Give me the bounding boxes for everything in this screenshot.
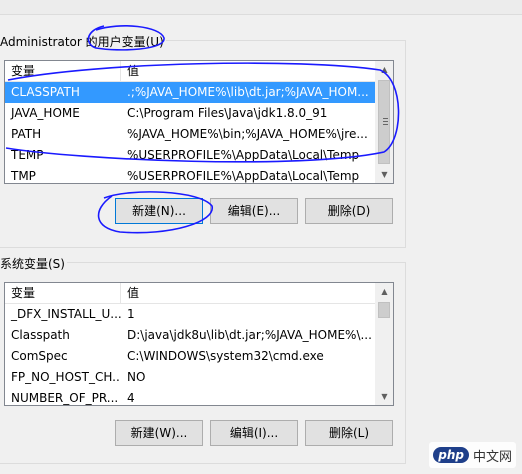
table-row[interactable]: TMP %USERPROFILE%\AppData\Local\Temp [5, 166, 376, 183]
variable-name-cell: NUMBER_OF_PR... [11, 391, 119, 405]
variable-name-cell: TEMP [11, 148, 44, 162]
user-delete-button[interactable]: 删除(D) [305, 198, 393, 224]
system-list-scrollbar[interactable]: ▲ ▼ [375, 283, 393, 405]
system-new-button[interactable]: 新建(W)... [115, 420, 203, 446]
system-variables-title: 系统变量(S) [0, 255, 67, 272]
variable-name-cell: PATH [11, 127, 42, 141]
table-row[interactable]: _DFX_INSTALL_U... 1 [5, 304, 376, 325]
table-row[interactable]: Classpath D:\java\jdk8u\lib\dt.jar;%JAVA_… [5, 325, 376, 346]
table-row[interactable]: PATH %JAVA_HOME%\bin;%JAVA_HOME%\jre... [5, 124, 376, 145]
variable-value-cell: D:\java\jdk8u\lib\dt.jar;%JAVA_HOME%\... [127, 328, 372, 342]
column-header-value[interactable]: 值 [121, 283, 376, 303]
scrollbar-thumb[interactable] [378, 302, 390, 318]
variable-value-cell: %USERPROFILE%\AppData\Local\Temp [127, 169, 360, 183]
user-variables-rows: CLASSPATH .;%JAVA_HOME%\lib\dt.jar;%JAVA_… [5, 82, 376, 183]
system-variables-rows: _DFX_INSTALL_U... 1 Classpath D:\java\jdk8u… [5, 304, 376, 405]
variable-name-cell: JAVA_HOME [11, 106, 80, 120]
system-edit-button[interactable]: 编辑(I)... [210, 420, 298, 446]
scrollbar-thumb[interactable] [378, 80, 390, 164]
variable-name-cell: ComSpec [11, 349, 68, 363]
variable-value-cell: .;%JAVA_HOME%\lib\dt.jar;%JAVA_HOM... [127, 85, 369, 99]
system-delete-button[interactable]: 删除(L) [305, 420, 393, 446]
scroll-down-arrow-icon[interactable]: ▼ [376, 166, 393, 183]
variable-value-cell: 1 [127, 307, 135, 321]
variable-value-cell: C:\WINDOWS\system32\cmd.exe [127, 349, 324, 363]
list-header: 变量 值 [5, 61, 376, 82]
column-header-variable[interactable]: 变量 [5, 283, 121, 303]
variable-name-cell: Classpath [11, 328, 70, 342]
variable-value-cell: C:\Program Files\Java\jdk1.8.0_91 [127, 106, 328, 120]
column-header-value[interactable]: 值 [121, 61, 376, 81]
site-watermark: php 中文网 [429, 442, 516, 468]
variable-name-cell: TMP [11, 169, 36, 183]
list-header: 变量 值 [5, 283, 376, 304]
watermark-text: 中文网 [472, 449, 512, 465]
variable-value-cell: %JAVA_HOME%\bin;%JAVA_HOME%\jre... [127, 127, 368, 141]
user-variables-title: Administrator 的用户变量(U) [0, 33, 166, 50]
scroll-up-arrow-icon[interactable]: ▲ [376, 283, 393, 300]
column-header-variable[interactable]: 变量 [5, 61, 121, 81]
scroll-up-arrow-icon[interactable]: ▲ [376, 61, 393, 78]
table-row[interactable]: NUMBER_OF_PR... 4 [5, 388, 376, 405]
system-variables-list[interactable]: 变量 值 _DFX_INSTALL_U... 1 Classpath D:\java\… [4, 282, 394, 406]
table-row[interactable]: FP_NO_HOST_CH... NO [5, 367, 376, 388]
variable-name-cell: CLASSPATH [11, 85, 80, 99]
user-variables-list[interactable]: 变量 值 CLASSPATH .;%JAVA_HOME%\lib\dt.jar;%… [4, 60, 394, 184]
user-edit-button[interactable]: 编辑(E)... [210, 198, 298, 224]
table-row[interactable]: JAVA_HOME C:\Program Files\Java\jdk1.8.0_… [5, 103, 376, 124]
table-row[interactable]: TEMP %USERPROFILE%\AppData\Local\Temp [5, 145, 376, 166]
table-row[interactable]: ComSpec C:\WINDOWS\system32\cmd.exe [5, 346, 376, 367]
variable-value-cell: %USERPROFILE%\AppData\Local\Temp [127, 148, 360, 162]
php-logo-icon: php [433, 447, 469, 463]
window-top-edge [0, 0, 522, 15]
user-list-scrollbar[interactable]: ▲ ▼ [375, 61, 393, 183]
scroll-down-arrow-icon[interactable]: ▼ [376, 388, 393, 405]
variable-value-cell: NO [127, 370, 146, 384]
variable-value-cell: 4 [127, 391, 135, 405]
variable-name-cell: FP_NO_HOST_CH... [11, 370, 121, 384]
user-new-button[interactable]: 新建(N)... [115, 198, 203, 224]
variable-name-cell: _DFX_INSTALL_U... [11, 307, 121, 321]
table-row[interactable]: CLASSPATH .;%JAVA_HOME%\lib\dt.jar;%JAVA_… [5, 82, 376, 103]
